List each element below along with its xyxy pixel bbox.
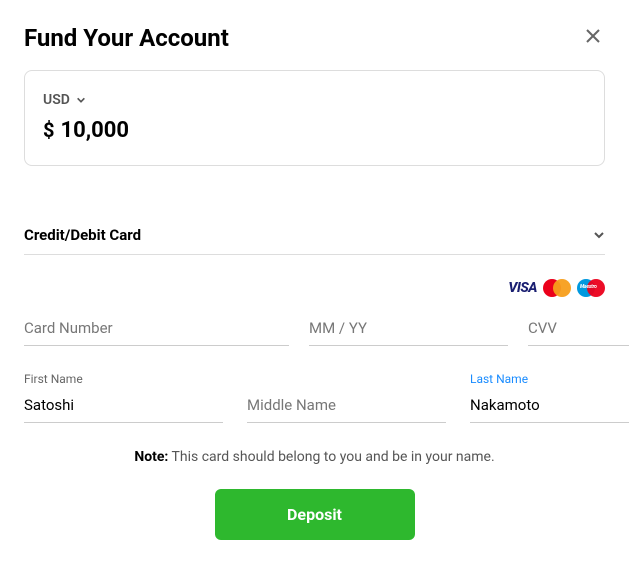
- note-prefix: Note:: [134, 449, 168, 465]
- close-button[interactable]: [581, 24, 605, 52]
- first-name-label: First Name: [24, 372, 223, 386]
- amount-box: USD $: [24, 70, 605, 166]
- payment-method-label: Credit/Debit Card: [24, 226, 141, 244]
- cvv-input[interactable]: [528, 311, 629, 346]
- close-icon: [585, 28, 601, 44]
- visa-logo-icon: VISA: [508, 280, 537, 296]
- maestro-logo-icon: Maestro: [577, 279, 605, 297]
- expiry-input[interactable]: [309, 311, 508, 346]
- mastercard-logo-icon: [543, 279, 571, 297]
- note-text: Note: This card should belong to you and…: [24, 449, 605, 465]
- currency-label: USD: [43, 92, 70, 108]
- first-name-input[interactable]: [24, 388, 223, 423]
- middle-name-input[interactable]: [247, 388, 446, 423]
- note-body: This card should belong to you and be in…: [168, 449, 494, 465]
- deposit-button[interactable]: Deposit: [215, 489, 415, 540]
- last-name-input[interactable]: [470, 388, 629, 423]
- page-title: Fund Your Account: [24, 24, 229, 52]
- card-logos: VISA Maestro: [24, 279, 605, 297]
- last-name-label: Last Name: [470, 372, 629, 386]
- chevron-down-icon: [76, 95, 86, 105]
- card-number-input[interactable]: [24, 311, 289, 346]
- amount-input[interactable]: [60, 118, 260, 143]
- currency-selector[interactable]: USD: [43, 92, 86, 108]
- chevron-down-icon: [593, 229, 605, 241]
- payment-method-selector[interactable]: Credit/Debit Card: [24, 226, 605, 255]
- amount-symbol: $: [43, 118, 54, 142]
